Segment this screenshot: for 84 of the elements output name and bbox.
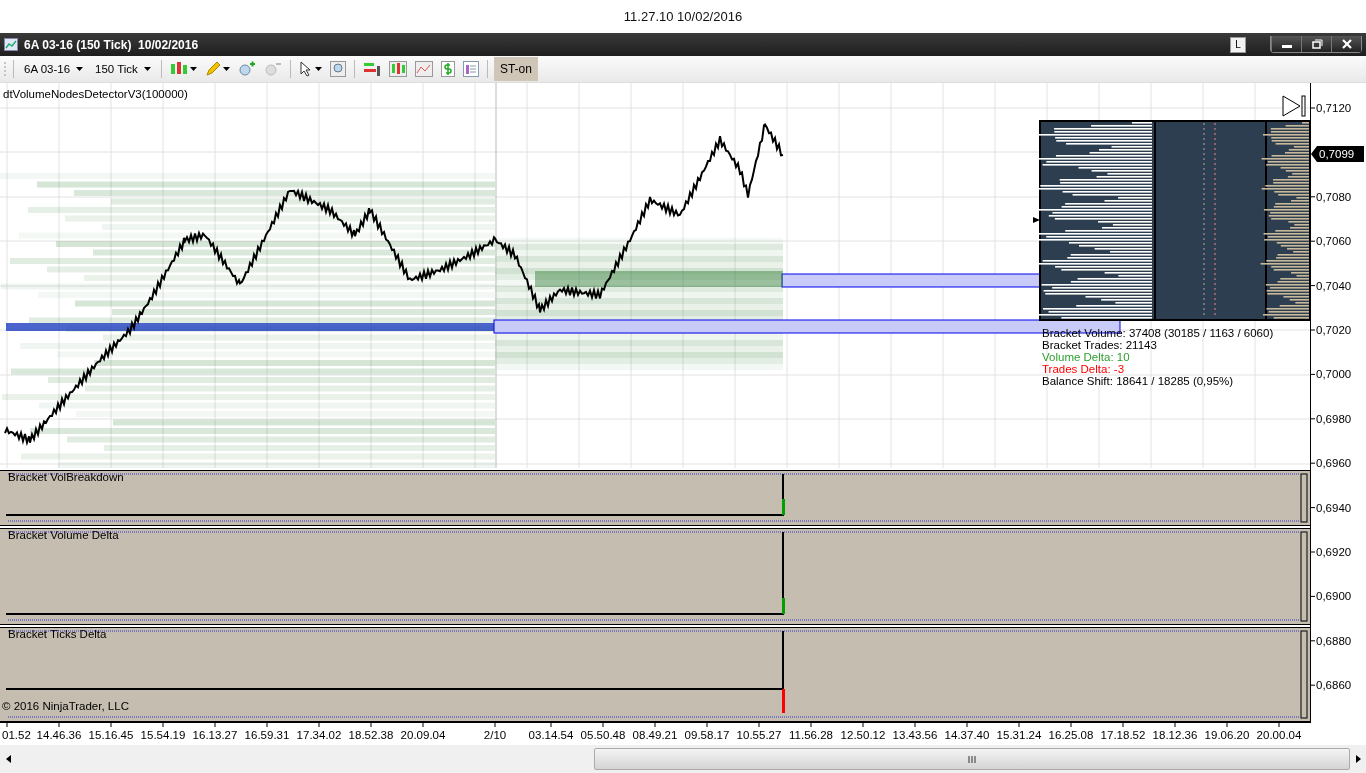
time-label: 15.54.19 xyxy=(140,729,186,741)
time-label: 14.46.36 xyxy=(36,729,82,741)
copyright-text: © 2016 NinjaTrader, LLC xyxy=(2,700,129,712)
caret-icon xyxy=(314,67,322,71)
scrollbar-thumb[interactable] xyxy=(594,748,1350,770)
price-tick-label: 0,7060 xyxy=(1316,235,1352,248)
dollar-button[interactable] xyxy=(438,58,457,80)
price-tick-label: 0,6960 xyxy=(1316,457,1352,470)
time-label: 20.09.04 xyxy=(400,729,446,741)
price-tick-label: 0,6980 xyxy=(1316,412,1352,425)
price-tick-label: 0,7120 xyxy=(1316,102,1352,114)
info-line: Bracket Volume: 37408 (30185 / 1163 / 6060) xyxy=(1042,327,1274,339)
restore-icon xyxy=(1310,39,1323,49)
panel-title: Bracket VolBreakdown xyxy=(8,471,124,483)
price-tick-label: 0,6940 xyxy=(1316,501,1352,514)
candlestick-button[interactable] xyxy=(386,58,409,80)
grip-icon xyxy=(968,755,976,763)
time-label: 14.37.40 xyxy=(944,729,990,741)
restore-button[interactable] xyxy=(1301,36,1331,52)
time-label: 05.50.48 xyxy=(580,729,626,741)
right-arrow-icon xyxy=(1355,755,1361,763)
time-label: 2/10 xyxy=(483,729,507,741)
price-tick-label: 0,7000 xyxy=(1316,368,1352,381)
last-price-badge: 0,7099 xyxy=(1311,146,1364,162)
caret-icon xyxy=(222,67,230,71)
pointer-icon xyxy=(298,61,313,77)
time-label: 20.00.04 xyxy=(1256,729,1302,741)
interval-dropdown[interactable]: 150 Tick xyxy=(91,63,155,75)
clock-text: 11.27.10 10/02/2016 xyxy=(623,9,743,24)
strategy-toggle-button[interactable]: ST-on xyxy=(493,57,538,81)
table-button[interactable] xyxy=(460,58,481,80)
time-label: 17.34.02 xyxy=(296,729,342,741)
price-tick-label: 0,6860 xyxy=(1316,679,1352,692)
time-label: 01.52 xyxy=(2,729,31,741)
time-label: 13.43.56 xyxy=(892,729,938,741)
time-label: 18.12.36 xyxy=(1152,729,1198,741)
time-label: 19.06.20 xyxy=(1204,729,1250,741)
pencil-icon xyxy=(204,61,221,77)
price-tick-label: 0,7020 xyxy=(1316,324,1352,336)
left-arrow-icon xyxy=(5,755,11,763)
time-label: 10.55.27 xyxy=(736,729,782,741)
time-label: 09.58.17 xyxy=(684,729,730,741)
info-line: Volume Delta: 10 xyxy=(1042,351,1130,363)
magnifier-button[interactable] xyxy=(327,58,348,80)
price-tick-label: 0,7080 xyxy=(1316,190,1352,203)
info-line: Bracket Trades: 21143 xyxy=(1042,339,1157,351)
price-tick-label: 0,6880 xyxy=(1316,634,1352,647)
time-label: 16.25.08 xyxy=(1048,729,1094,741)
indicator-label: dtVolumeNodesDetectorV3(100000) xyxy=(3,88,188,100)
close-button[interactable] xyxy=(1331,36,1361,52)
time-label: 16.59.31 xyxy=(244,729,290,741)
time-label: 12.50.12 xyxy=(840,729,886,741)
time-label: 08.49.21 xyxy=(632,729,678,741)
panel-title: Bracket Ticks Delta xyxy=(8,628,107,640)
info-line: Balance Shift: 18641 / 18285 (0,95%) xyxy=(1042,375,1234,387)
price-tick-label: 0,6900 xyxy=(1316,590,1352,603)
time-label: 18.52.38 xyxy=(348,729,394,741)
minimize-button[interactable] xyxy=(1271,36,1301,52)
price-tick-label: 0,6920 xyxy=(1316,546,1352,558)
time-label: 15.31.24 xyxy=(996,729,1042,741)
time-label: 16.13.27 xyxy=(192,729,238,741)
caret-icon xyxy=(143,67,151,71)
line-chart-button[interactable] xyxy=(412,58,435,80)
time-label: 15.16.45 xyxy=(88,729,134,741)
caret-icon xyxy=(76,67,84,71)
caret-icon xyxy=(189,67,197,71)
panel-title: Bracket Volume Delta xyxy=(8,529,119,541)
time-label: 17.18.52 xyxy=(1100,729,1146,741)
window-title: 6A 03-16 (150 Tick) 10/02/2016 xyxy=(24,37,200,52)
instrument-dropdown[interactable]: 6A 03-16 xyxy=(20,63,88,75)
link-button[interactable]: L xyxy=(1230,36,1246,53)
info-line: Trades Delta: -3 xyxy=(1042,363,1125,375)
price-tick-label: 0,7040 xyxy=(1316,279,1352,292)
grip-icon xyxy=(4,61,7,77)
delta-bar xyxy=(782,598,785,614)
chart-icon xyxy=(4,38,18,51)
delta-bar xyxy=(782,689,785,713)
time-label: 03.14.54 xyxy=(528,729,574,741)
close-icon xyxy=(1340,39,1353,49)
time-label: 11.56.28 xyxy=(789,729,833,741)
marker-icon xyxy=(1033,217,1040,223)
delta-bar xyxy=(782,499,785,515)
candlestick-icon xyxy=(169,61,188,77)
skip-to-end-icon[interactable] xyxy=(1282,95,1306,117)
